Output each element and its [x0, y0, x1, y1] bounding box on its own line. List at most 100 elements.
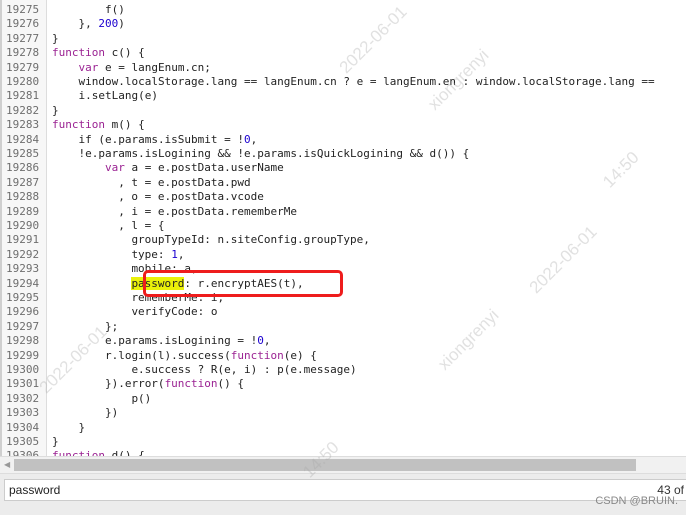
- line-number: 19287: [6, 175, 40, 189]
- code-line: 19278 function c() {: [0, 46, 686, 60]
- code-line: 19300 e.success ? R(e, i) : p(e.message): [0, 363, 686, 377]
- code-line: 19295 rememberMe: i,: [0, 291, 686, 305]
- code-line: 19299 r.login(l).success(function(e) {: [0, 349, 686, 363]
- line-number: 19298: [6, 334, 40, 348]
- code-line: 19291 groupTypeId: n.siteConfig.groupType…: [0, 233, 686, 247]
- code-text: var a = e.postData.userName: [105, 161, 284, 175]
- horizontal-scrollbar[interactable]: ◀: [0, 456, 686, 473]
- code-text: }: [52, 32, 59, 46]
- code-token: e.success ? R(e, i) : p(e.message): [131, 363, 357, 376]
- code-text: }: [78, 421, 85, 435]
- code-token: m() {: [104, 118, 145, 132]
- code-token: e = langEnum.cn;: [98, 60, 211, 74]
- code-token: , t = e.postData.pwd: [118, 175, 251, 189]
- code-text: }).error(function() {: [105, 377, 244, 391]
- code-token: r.login(l).success(: [104, 348, 231, 362]
- code-token: if (e.params.isSubmit = !: [78, 132, 245, 146]
- code-text: , t = e.postData.pwd: [118, 176, 250, 190]
- code-token: function: [164, 377, 218, 391]
- code-token: d() {: [104, 449, 145, 456]
- line-number: 19277: [6, 31, 40, 45]
- code-line: 19298 e.params.isLogining = !0,: [0, 334, 686, 348]
- code-line: 19292 type: 1,: [0, 248, 686, 262]
- code-line: 19287 , t = e.postData.pwd: [0, 176, 686, 190]
- code-token: e.params.isLogining = !: [104, 334, 258, 348]
- code-token: }): [104, 406, 119, 420]
- code-text: f(): [105, 3, 125, 17]
- code-text: }: [52, 435, 59, 449]
- code-token: window.localStorage.lang == langEnum.cn …: [78, 75, 655, 88]
- line-number: 19280: [6, 75, 40, 88]
- code-line: 19296 verifyCode: o: [0, 305, 686, 319]
- search-input[interactable]: password: [4, 479, 686, 501]
- code-line: 19305}: [0, 435, 686, 449]
- line-number: 19300: [6, 363, 40, 376]
- code-text: window.localStorage.lang == langEnum.cn …: [78, 75, 654, 89]
- code-token: i.setLang(e): [78, 89, 158, 103]
- code-line: 19293 mobile: a,: [0, 262, 686, 276]
- line-number: 19284: [6, 132, 40, 146]
- code-text: p(): [131, 392, 151, 406]
- code-token: }: [52, 103, 59, 117]
- code-text: verifyCode: o: [131, 305, 217, 319]
- code-text: if (e.params.isSubmit = !0,: [78, 133, 257, 147]
- line-number: 19290: [6, 219, 40, 232]
- code-line: 19301}).error(function() {: [0, 377, 686, 391]
- code-token: function: [52, 449, 105, 456]
- code-text: }): [105, 406, 118, 420]
- code-line: 19288 , o = e.postData.vcode: [0, 190, 686, 204]
- code-token: verifyCode: o: [131, 305, 218, 319]
- scrollbar-thumb[interactable]: [14, 459, 636, 471]
- code-token: ): [118, 17, 125, 31]
- code-text: }, 200): [78, 17, 124, 31]
- code-line: 19304}: [0, 421, 686, 435]
- code-token: function: [52, 118, 105, 132]
- code-line: 19294 password: r.encryptAES(t),: [0, 276, 686, 291]
- code-token: p(): [131, 391, 152, 405]
- line-number: 19297: [6, 319, 40, 333]
- code-line: 19303}): [0, 406, 686, 420]
- line-number: 19294: [6, 276, 40, 290]
- code-text: , l = {: [118, 219, 164, 233]
- line-number: 19306: [6, 449, 40, 456]
- code-line: 19290 , l = {: [0, 219, 686, 233]
- code-line: 19275 f(): [0, 3, 686, 17]
- code-token: , i = e.postData.rememberMe: [118, 204, 297, 218]
- code-text: e.success ? R(e, i) : p(e.message): [131, 363, 356, 377]
- code-token: type:: [131, 247, 172, 261]
- code-text: r.login(l).success(function(e) {: [105, 349, 317, 363]
- code-token: , o = e.postData.vcode: [118, 190, 264, 204]
- code-line: 19297};: [0, 320, 686, 334]
- code-token: 0: [244, 132, 251, 146]
- scroll-left-arrow-icon[interactable]: ◀: [4, 460, 10, 469]
- code-line: 19283 function m() {: [0, 118, 686, 132]
- code-line: 19286 var a = e.postData.userName: [0, 161, 686, 175]
- code-editor[interactable]: 19275 f() 19276}, 200) 19277} 19278 function …: [0, 0, 686, 456]
- code-token: },: [78, 17, 99, 31]
- code-text: , o = e.postData.vcode: [118, 190, 264, 204]
- line-number: 19299: [6, 348, 40, 362]
- line-number: 19275: [6, 3, 40, 16]
- code-token: !e.params.isLogining && !e.params.isQuic…: [78, 147, 470, 160]
- code-text: };: [105, 320, 118, 334]
- line-number: 19304: [6, 420, 40, 434]
- code-text: var e = langEnum.cn;: [78, 61, 210, 75]
- code-line: 19282}: [0, 104, 686, 118]
- code-line: 19281 i.setLang(e): [0, 89, 686, 103]
- code-text: i.setLang(e): [78, 89, 157, 103]
- line-number: 19293: [6, 262, 40, 276]
- code-token: ,: [263, 334, 271, 348]
- annotation-highlight-box: [143, 270, 343, 297]
- code-token: }: [78, 420, 86, 434]
- code-line: 19289 , i = e.postData.rememberMe: [0, 205, 686, 219]
- line-number: 19276: [6, 17, 40, 31]
- line-number: 19292: [6, 247, 40, 261]
- search-input-value: password: [9, 483, 61, 497]
- code-line: 19279 var e = langEnum.cn;: [0, 61, 686, 75]
- code-token: function: [230, 348, 284, 362]
- code-text: groupTypeId: n.siteConfig.groupType,: [131, 233, 369, 247]
- code-token: }).error(: [104, 377, 165, 391]
- watermark-credit: CSDN @BRUIN.: [595, 495, 678, 507]
- code-line: 19280 window.localStorage.lang == langEnu…: [0, 75, 686, 89]
- code-token: (e) {: [283, 348, 317, 362]
